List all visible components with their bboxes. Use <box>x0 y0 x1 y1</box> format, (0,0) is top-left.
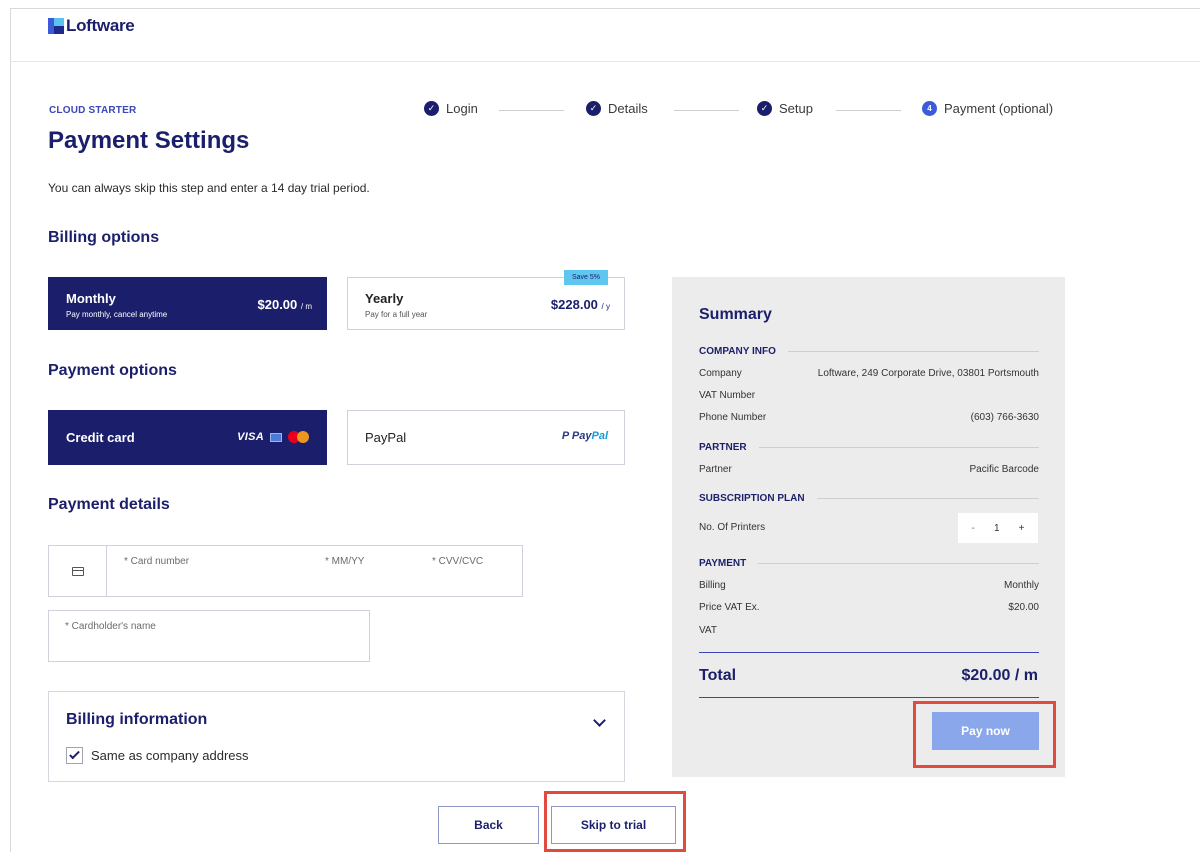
card-number-input[interactable]: * Card number <box>124 556 189 567</box>
decrement-button[interactable]: - <box>972 523 975 534</box>
checkmark-icon <box>69 748 80 760</box>
expiry-input[interactable]: * MM/YY <box>325 556 364 567</box>
step-label: Details <box>608 101 648 116</box>
same-as-company-checkbox[interactable] <box>66 747 83 764</box>
step-connector <box>674 110 739 111</box>
mastercard-icon <box>288 431 310 443</box>
option-subtitle: Pay monthly, cancel anytime <box>66 310 168 319</box>
option-name: PayPal <box>365 430 407 445</box>
billing-information-panel: Billing information Same as company addr… <box>48 691 625 782</box>
credit-card-icon <box>71 566 84 576</box>
amex-icon <box>270 432 282 442</box>
step-label: Setup <box>779 101 813 116</box>
billing-information-title: Billing information <box>66 711 208 728</box>
option-subtitle: Pay for a full year <box>365 310 428 319</box>
total-label: Total <box>699 667 737 684</box>
paypal-logo: P PayPal <box>561 430 608 442</box>
payment-details-title: Payment details <box>48 496 170 513</box>
option-name: Credit card <box>66 430 135 445</box>
intro-text: You can always skip this step and enter … <box>48 181 370 195</box>
save-badge: Save 5% <box>563 270 608 285</box>
billing-option-yearly[interactable]: Save 5% Yearly Pay for a full year $228.… <box>347 270 625 330</box>
divider <box>699 697 1039 698</box>
top-bar <box>10 8 1200 62</box>
increment-button[interactable]: + <box>1019 523 1025 534</box>
total-value: $20.00 / m <box>961 667 1039 684</box>
option-price: $228.00 / y <box>550 297 610 312</box>
billing-option-monthly[interactable]: Monthly Pay monthly, cancel anytime $20.… <box>48 277 327 330</box>
brand-logo[interactable]: Loftware <box>48 16 135 36</box>
summary-title: Summary <box>699 306 772 323</box>
step-connector <box>836 110 901 111</box>
plan-eyebrow: CLOUD STARTER <box>49 105 137 116</box>
step-connector <box>499 110 564 111</box>
check-circle-icon: ✓ <box>424 101 439 116</box>
same-as-company-label: Same as company address <box>91 748 249 763</box>
payment-options-title: Payment options <box>48 362 177 379</box>
quantity-value: 1 <box>993 522 1000 534</box>
card-logos: VISA <box>237 431 310 443</box>
card-input-group: * Card number * MM/YY * CVV/CVC <box>48 545 523 597</box>
card-icon-box <box>49 546 107 596</box>
option-price: $20.00 / m <box>257 297 313 312</box>
highlight-pay-now <box>913 701 1056 768</box>
check-circle-icon: ✓ <box>586 101 601 116</box>
brand-name: Loftware <box>66 16 135 35</box>
check-circle-icon: ✓ <box>757 101 772 116</box>
step-details: ✓ Details <box>586 101 648 116</box>
highlight-skip-to-trial <box>544 791 686 852</box>
cardholder-name-field[interactable]: * Cardholder's name <box>48 610 370 662</box>
cardholder-name-placeholder: * Cardholder's name <box>65 621 156 632</box>
step-setup: ✓ Setup <box>757 101 813 116</box>
option-name: Monthly <box>66 291 116 306</box>
step-label: Login <box>446 101 478 116</box>
payment-option-paypal[interactable]: PayPal P PayPal <box>347 410 625 465</box>
chevron-down-icon[interactable] <box>593 714 606 727</box>
page-title: Payment Settings <box>48 127 250 154</box>
progress-stepper: ✓ Login ✓ Details ✓ Setup 4 Payment (opt… <box>424 101 1064 121</box>
company-info-heading: COMPANY INFO <box>699 346 1039 357</box>
back-button[interactable]: Back <box>438 806 539 844</box>
subscription-plan-heading: SUBSCRIPTION PLAN <box>699 493 1039 504</box>
billing-options-title: Billing options <box>48 229 160 246</box>
visa-logo: VISA <box>237 431 264 443</box>
cvv-input[interactable]: * CVV/CVC <box>432 556 483 567</box>
loftware-logo-icon <box>48 18 64 34</box>
step-payment: 4 Payment (optional) <box>922 101 1053 116</box>
same-as-company-row[interactable]: Same as company address <box>66 747 249 764</box>
step-label: Payment (optional) <box>944 101 1054 116</box>
step-number: 4 <box>922 101 937 116</box>
printers-quantity-stepper[interactable]: - 1 + <box>958 513 1038 543</box>
partner-heading: PARTNER <box>699 442 1039 453</box>
step-login: ✓ Login <box>424 101 478 116</box>
divider <box>699 652 1039 653</box>
option-name: Yearly <box>365 291 404 306</box>
payment-heading: PAYMENT <box>699 558 1039 569</box>
payment-option-credit-card[interactable]: Credit card VISA <box>48 410 327 465</box>
